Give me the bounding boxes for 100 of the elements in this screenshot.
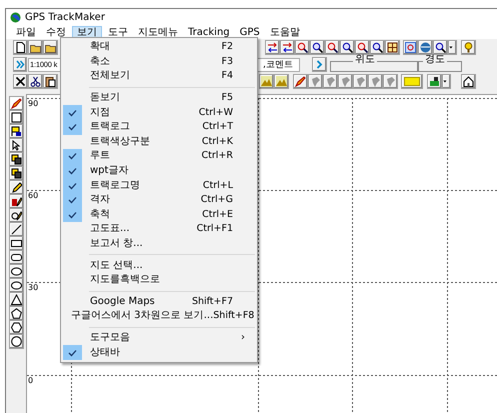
tool-button[interactable] [9,278,24,293]
menu-item[interactable]: 트랙로그 Ctrl+T [61,120,257,135]
menu-item[interactable]: 격자 Ctrl+G [61,192,257,208]
toolbar-button[interactable] [310,40,325,55]
tool-button[interactable] [9,208,24,223]
magnifier-icon [357,42,368,53]
menu-item[interactable]: 도구모음 › [61,330,257,346]
menu-item[interactable]: wpt글자 [61,164,257,178]
toolbar-button[interactable] [293,74,308,89]
tool-button[interactable] [9,110,24,125]
menu-item[interactable]: Tracking [184,26,234,39]
globe-icon [420,42,431,53]
toolbar-button[interactable] [461,40,476,55]
toolbar-button[interactable] [28,74,43,89]
layers-icon [11,154,22,165]
tool-button[interactable] [9,250,24,265]
tool-button[interactable] [9,152,24,167]
delete-icon [15,76,26,87]
menu-item[interactable]: 축척 Ctrl+E [61,208,257,222]
folder-icon [45,42,56,53]
tool-button[interactable] [9,180,24,195]
pin-icon [385,76,396,87]
pencil-icon [295,76,306,87]
tool-button[interactable] [9,320,24,335]
menu-item[interactable]: 트랙로그명 Ctrl+L [61,178,257,193]
tool-button[interactable] [9,166,24,181]
menu-item[interactable]: 보고서 창... [61,236,257,252]
tool-button[interactable] [9,292,24,307]
axis-label: 30 [28,284,38,292]
toolbar-button[interactable] [385,40,400,55]
tool-button[interactable] [9,264,24,279]
menu-item[interactable]: GPS [236,26,264,39]
menu-item[interactable]: 트랙색상구분 Ctrl+K [61,134,257,150]
pentagon-icon [11,308,22,319]
rounded-rectangle-icon [11,252,22,263]
active-tool-button[interactable] [9,96,24,111]
menu-item[interactable]: 구글어스에서 3차원으로 보기...Shift+F8 [61,309,257,324]
scissors-icon [30,76,41,87]
toolbar-button[interactable] [448,40,457,55]
mountain-icon [261,76,272,87]
tool-button[interactable] [9,124,24,139]
menu-item[interactable]: 고도표... Ctrl+F1 [61,222,257,237]
menu-item[interactable]: 루트 Ctrl+R [61,149,257,164]
menu-item[interactable]: 도움말 [266,26,304,39]
menu-item[interactable]: 전체보기 F4 [61,69,257,84]
menu-item[interactable]: 상태바 [61,345,257,360]
menu-item[interactable]: Google Maps Shift+F7 [61,294,257,310]
toolbar-button[interactable] [265,40,280,55]
toolbar-button[interactable] [13,40,28,55]
house-icon [463,76,474,87]
menu-item[interactable]: 지도메뉴 [134,26,182,39]
chevron-icon [314,59,325,70]
toolbar-button[interactable] [355,40,370,55]
menu-item[interactable]: 지도 선택... [61,258,257,273]
expand-button[interactable] [13,57,27,72]
pin-icon [355,76,366,87]
toolbar-button[interactable] [433,40,448,55]
menu-item[interactable]: 수정 [42,26,70,39]
pencil-icon [11,182,22,193]
window-title: GPS TrackMaker [25,11,105,25]
axis-label: 0 [28,377,34,385]
magnifier-icon [435,42,446,53]
square-icon [405,42,416,53]
toolbar-button[interactable] [13,74,28,89]
toolbar-button[interactable] [28,40,43,55]
tool-button[interactable] [9,138,24,153]
toolbar-button[interactable] [43,74,58,89]
menu-item[interactable]: 확대 F2 [61,40,257,55]
toolbar-button[interactable] [43,40,58,55]
tool-button[interactable] [9,194,24,209]
pin-icon [340,76,351,87]
menu-item[interactable]: 지점 Ctrl+W [61,105,257,120]
clipboard-icon [45,76,56,87]
latitude-label: 위도 [353,55,377,65]
menu-item[interactable]: 파일 [12,26,40,39]
go-button[interactable] [312,57,327,72]
mountain-icon [276,76,287,87]
circle-icon [11,336,22,347]
grid-icon [387,42,398,53]
new-file-icon [15,42,26,53]
toolbar-button[interactable] [280,40,295,55]
menu-item[interactable]: 돋보기 F5 [61,90,257,106]
hexagon-icon [11,322,22,333]
magnifier-icon [297,42,308,53]
toolbar-button[interactable] [442,74,451,89]
tool-button[interactable] [9,222,24,237]
arrows-icon [267,42,278,53]
toolbar-button[interactable] [340,40,355,55]
toolbar-button[interactable] [370,40,385,55]
menu-item[interactable]: 지도를흑백으로 [61,272,257,288]
layers-icon [11,168,22,179]
flag-icon [11,126,22,137]
menu-item[interactable]: 도구 [104,26,132,39]
toolbar-button[interactable] [427,74,442,89]
magnifier-icon [372,42,383,53]
toolbar-button[interactable] [325,40,340,55]
toolbar-button[interactable] [461,74,476,89]
tool-button[interactable] [9,236,24,251]
axis-label: 60 [28,192,38,200]
toolbar-button[interactable] [295,40,310,55]
